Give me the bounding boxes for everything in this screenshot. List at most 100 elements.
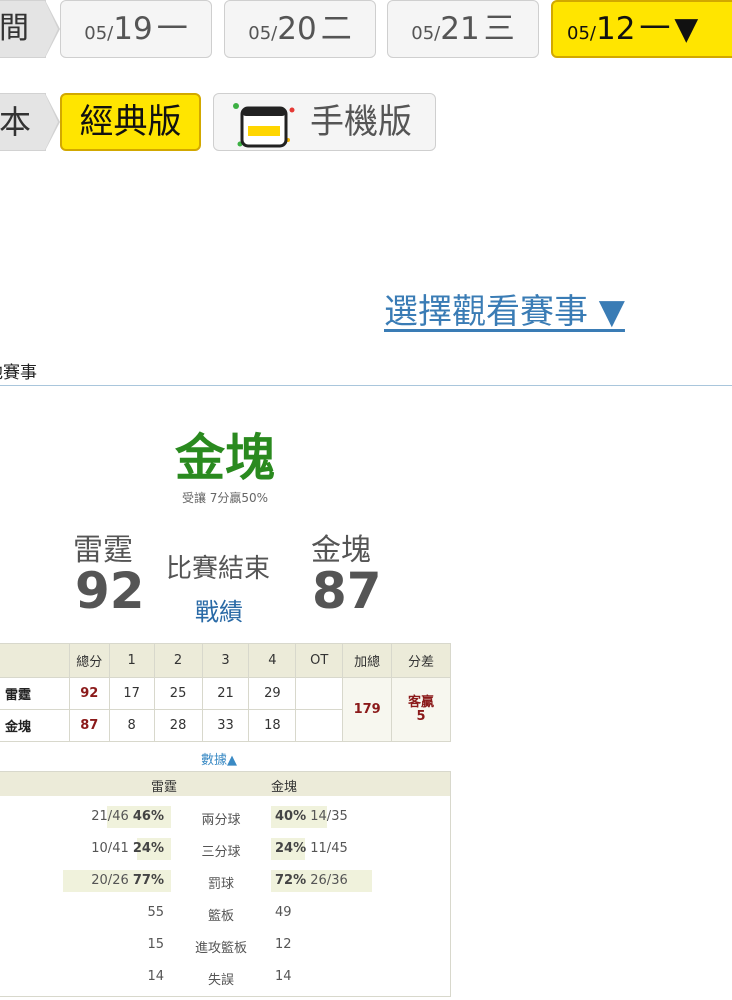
stat-label: 三分球	[201, 845, 241, 860]
table-header-cell: 4	[248, 643, 297, 678]
right-stat-value: 72% 26/36	[275, 873, 348, 888]
diff-cell: 客贏 5	[391, 677, 451, 742]
date-dropdown-selected[interactable]: 05/12 一 ▼	[551, 0, 732, 58]
handicap-note: 受讓 7分贏50%	[181, 491, 269, 505]
right-stat-raw: 11/45	[310, 841, 348, 856]
winner-team: 金塊	[175, 429, 275, 487]
left-stat-raw: 20/26	[91, 873, 129, 888]
left-stat-value: 21/46 46%	[91, 809, 164, 824]
right-stat-pct: 72%	[275, 873, 307, 888]
date-month: 05/	[84, 23, 114, 44]
quarter-cell: 29	[248, 677, 297, 710]
classic-version-button[interactable]: 經典版	[60, 93, 201, 151]
left-stat-value: 14	[147, 969, 164, 984]
quarter-cell: 33	[201, 709, 250, 742]
table-header-cell: 分差	[391, 643, 451, 678]
select-match-link[interactable]: 選擇觀看賽事 ▼	[384, 284, 625, 333]
stat-row: 15 進攻籃板 12	[0, 934, 450, 956]
mobile-version-button[interactable]: 手機版	[213, 93, 436, 151]
quarter-score-table: 總分 1 2 3 4 OT 加總 分差 雷霆 92 17 2 5 21 29 17…	[0, 643, 451, 742]
stat-label: 兩分球	[201, 813, 241, 828]
table-header-cell: 2	[153, 643, 203, 678]
date-weekday: 一	[639, 11, 671, 47]
left-stat-value: 20/26 77%	[91, 873, 164, 888]
left-stat-value: 15	[147, 937, 164, 952]
right-stat-pct: 24%	[275, 841, 307, 856]
date-button-0519[interactable]: 05/19 一	[60, 0, 212, 58]
table-header-cell: 3	[201, 643, 250, 678]
team-cell: 雷霆	[0, 677, 70, 710]
quarter-cell: 18	[248, 709, 297, 742]
mobile-version-label: 手機版	[310, 102, 412, 142]
stat-label: 進攻籃板	[194, 941, 247, 956]
stat-label: 罰球	[207, 877, 234, 892]
right-stat-value: 40% 14/35	[275, 809, 348, 824]
stats-right-team: 金塊	[271, 780, 298, 795]
classic-version-label: 經典版	[79, 102, 182, 142]
table-header-blank	[0, 643, 70, 678]
team-stats-panel: 雷霆 金塊 21/46 46% 兩分球 40% 14/35 10/41 24% …	[0, 771, 451, 997]
diff-result: 客贏	[408, 694, 435, 710]
stat-row: 55 籃板 49	[0, 902, 450, 924]
date-button-0521[interactable]: 05/21 三	[387, 0, 539, 58]
stat-row: 10/41 24% 三分球 24% 11/45	[0, 838, 450, 860]
right-stat-value: 14	[275, 969, 292, 984]
other-games-link[interactable]: 他賽事	[0, 358, 37, 383]
date-section-label-text: 間	[0, 11, 29, 46]
left-stat-raw: 21/46	[91, 809, 129, 824]
ot-cell	[295, 677, 344, 710]
right-stat-raw: 14/35	[310, 809, 348, 824]
stats-toggle-button[interactable]: 數據▲	[201, 749, 237, 768]
left-stat-pct: 77%	[132, 873, 164, 888]
right-stat-raw: 26/36	[310, 873, 348, 888]
date-section-label: 間	[0, 0, 60, 58]
date-weekday: 二	[320, 11, 352, 47]
version-section-label-text: 本	[0, 103, 32, 141]
game-status: 比賽結束	[166, 554, 271, 584]
version-section-label: 本	[0, 93, 60, 151]
table-header-row: 總分 1 2 3 4 OT 加總 分差	[0, 643, 451, 678]
left-stat-value: 10/41 24%	[91, 841, 164, 856]
home-team-score: 87	[312, 562, 382, 620]
right-stat-value: 24% 11/45	[275, 841, 348, 856]
date-day: 21	[440, 11, 480, 47]
stat-label: 籃板	[207, 909, 234, 924]
ot-cell	[295, 709, 344, 742]
away-team-score: 92	[75, 562, 145, 620]
date-weekday: 三	[483, 11, 515, 47]
table-header-cell: 總分	[68, 643, 110, 678]
chevron-down-icon: ▼	[674, 11, 699, 47]
stat-row: 20/26 77% 罰球 72% 26/36	[0, 870, 450, 892]
sum-cell: 179	[342, 677, 393, 742]
date-button-0520[interactable]: 05/20 二	[224, 0, 376, 58]
date-month: 05/	[248, 23, 278, 44]
stats-left-team: 雷霆	[151, 780, 178, 795]
team-cell: 金塊	[0, 709, 70, 742]
record-link[interactable]: 戰績	[195, 592, 243, 627]
table-header-cell: 加總	[342, 643, 393, 678]
right-stat-pct: 40%	[275, 809, 307, 824]
date-day: 19	[113, 11, 153, 47]
quarter-cell: 28	[153, 709, 203, 742]
quarter-cell: 21	[201, 677, 250, 710]
left-stat-value: 55	[147, 905, 164, 920]
total-cell: 87	[68, 709, 110, 742]
quarter-cell: 8	[108, 709, 155, 742]
right-stat-value: 12	[275, 937, 292, 952]
stat-row: 21/46 46% 兩分球 40% 14/35	[0, 806, 450, 828]
phone-icon	[233, 103, 295, 148]
stat-label: 失誤	[207, 973, 234, 988]
quarter-cell: 17	[108, 677, 155, 710]
right-stat-value: 49	[275, 905, 292, 920]
total-cell: 92	[68, 677, 110, 710]
divider	[0, 385, 732, 386]
left-stat-pct: 46%	[132, 809, 164, 824]
diff-points: 5	[416, 708, 426, 724]
date-weekday: 一	[156, 11, 188, 47]
date-month: 05/	[411, 23, 441, 44]
date-day: 20	[277, 11, 317, 47]
left-stat-pct: 24%	[132, 841, 164, 856]
stats-header: 雷霆 金塊	[0, 772, 450, 796]
table-header-cell: 1	[108, 643, 155, 678]
date-month: 05/	[567, 23, 596, 44]
